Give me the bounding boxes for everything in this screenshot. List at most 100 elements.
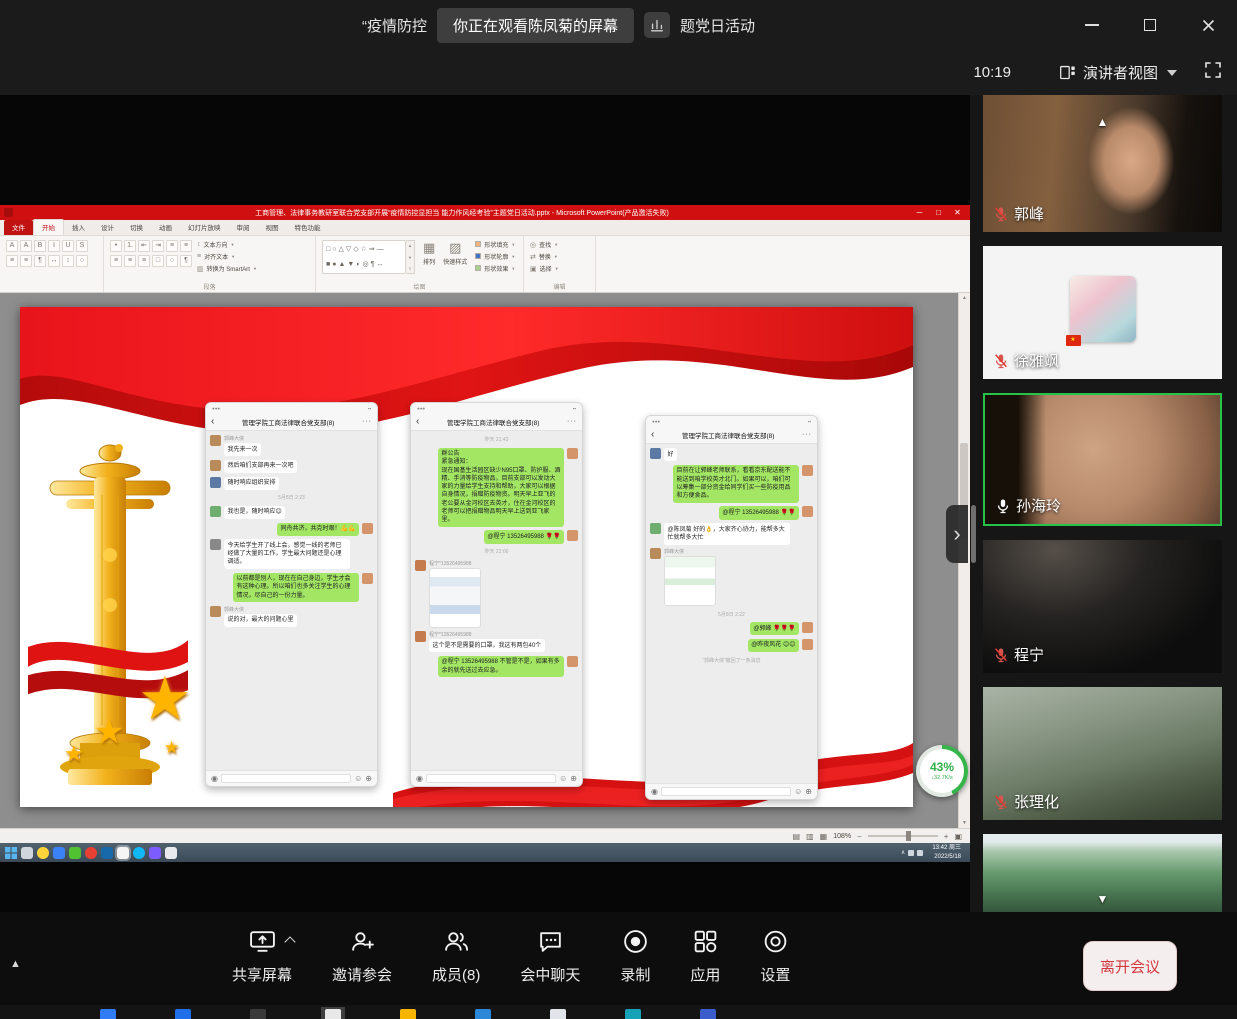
zoom-slider[interactable] xyxy=(868,835,938,837)
view-mode-switch[interactable]: 演讲者视图 xyxy=(1059,62,1177,83)
ribbon-icon-button[interactable]: ≡ xyxy=(138,255,150,267)
toolbar-invite-button[interactable]: 邀请参会 xyxy=(332,928,392,985)
ribbon-icon-button[interactable]: I xyxy=(48,240,60,252)
ribbon-icon-button[interactable]: 1. xyxy=(124,240,136,252)
ribbon-button[interactable]: 形状轮廓▼ xyxy=(475,252,515,261)
taskbar-app-icon[interactable] xyxy=(53,847,65,859)
fullscreen-button[interactable] xyxy=(1203,60,1223,85)
taskbar-app-icon[interactable] xyxy=(96,1007,120,1019)
ribbon-big-button[interactable]: ▨快速样式 xyxy=(440,240,470,267)
ppt-tab-6[interactable]: 幻灯片放映 xyxy=(180,220,229,235)
toolbar-members-button[interactable]: 成员(8) xyxy=(432,928,480,985)
ribbon-icon-button[interactable]: ≡ xyxy=(110,255,122,267)
hide-panel-button[interactable]: › xyxy=(946,505,968,563)
participant-tile-郭峰[interactable]: ▲郭峰 xyxy=(983,95,1222,232)
taskbar-app-icon[interactable] xyxy=(546,1007,570,1019)
ribbon-icon-button[interactable]: □ xyxy=(152,255,164,267)
ribbon-button[interactable]: ◎查找▼ xyxy=(530,240,559,249)
view-sorter-icon[interactable]: ▥ xyxy=(806,832,814,841)
zoom-in-button[interactable]: + xyxy=(944,832,949,841)
taskbar-app-icon[interactable] xyxy=(101,847,113,859)
ribbon-button[interactable]: ≡对齐文本▼ xyxy=(197,252,257,261)
toolbar-settings-button[interactable]: 设置 xyxy=(760,928,790,985)
ribbon-button[interactable]: ▥转换为 SmartArt▼ xyxy=(197,264,257,273)
ribbon-icon-button[interactable]: ≡ xyxy=(20,255,32,267)
taskbar-app-icon[interactable] xyxy=(246,1007,270,1019)
windows-start-icon[interactable] xyxy=(4,846,17,859)
minimize-button[interactable] xyxy=(1063,0,1121,50)
ppt-tab-3[interactable]: 设计 xyxy=(93,220,122,235)
ppt-tab-5[interactable]: 动画 xyxy=(151,220,180,235)
ribbon-icon-button[interactable]: ○ xyxy=(166,255,178,267)
ribbon-button[interactable]: ↕文本方向▼ xyxy=(197,240,257,249)
taskbar-app-icon[interactable] xyxy=(21,847,33,859)
fit-window-icon[interactable]: ▣ xyxy=(954,832,962,841)
taskbar-app-icon[interactable] xyxy=(37,847,49,859)
close-button[interactable] xyxy=(1179,0,1237,50)
participant-tile-徐雅飒[interactable]: ★徐雅飒 xyxy=(983,246,1222,379)
shared-screen-area[interactable]: 工商管理、法律事务教研室联合党支部开展“疫情防控显担当 能力作风经考验”主题党日… xyxy=(0,95,970,912)
toolbar-apps-button[interactable]: 应用 xyxy=(690,928,720,985)
ribbon-button[interactable]: 形状填充▼ xyxy=(475,240,515,249)
ribbon-icon-button[interactable]: ≡ xyxy=(180,240,192,252)
taskbar-app-icon[interactable] xyxy=(171,1007,195,1019)
network-stats-icon[interactable] xyxy=(644,12,670,38)
shapes-gallery-scroll[interactable]: ▲▼≡ xyxy=(406,240,415,274)
view-normal-icon[interactable]: ▤ xyxy=(793,832,801,841)
ribbon-icon-button[interactable]: ○ xyxy=(76,255,88,267)
network-speed-badge[interactable]: 43% ↓32.7K/s xyxy=(916,745,968,797)
toolbar-chat-button[interactable]: 会中聊天 xyxy=(520,928,580,985)
ribbon-button[interactable]: ▣选择▼ xyxy=(530,264,559,273)
ribbon-big-button[interactable]: ▦排列 xyxy=(420,240,438,267)
ribbon-button[interactable]: ⇄替换▼ xyxy=(530,252,559,261)
ribbon-icon-button[interactable]: ≡ xyxy=(6,255,18,267)
taskbar-app-icon[interactable] xyxy=(117,847,129,859)
zoom-out-button[interactable]: − xyxy=(857,832,862,841)
ribbon-icon-button[interactable]: ≡ xyxy=(124,255,136,267)
shapes-gallery[interactable]: □○△▽◇☆⇒—■●▲▼◐◎¶↔ ▲▼≡ xyxy=(322,240,415,274)
taskbar-app-icon[interactable] xyxy=(396,1007,420,1019)
ribbon-icon-button[interactable]: ↕ xyxy=(62,255,74,267)
maximize-button[interactable] xyxy=(1121,0,1179,50)
ppt-tab-9[interactable]: 特色功能 xyxy=(287,220,329,235)
ribbon-icon-button[interactable]: ⇤ xyxy=(138,240,150,252)
ppt-tab-0[interactable]: 文件 xyxy=(4,220,33,235)
taskbar-app-icon[interactable] xyxy=(621,1007,645,1019)
scroll-down-icon[interactable]: ▼ xyxy=(983,892,1222,906)
ppt-tab-8[interactable]: 视图 xyxy=(258,220,287,235)
ppt-tab-7[interactable]: 审阅 xyxy=(229,220,258,235)
toolbar-record-button[interactable]: 录制 xyxy=(620,928,650,985)
tray-icon[interactable] xyxy=(908,850,914,856)
taskbar-app-icon[interactable] xyxy=(321,1007,345,1019)
ribbon-icon-button[interactable]: ¶ xyxy=(180,255,192,267)
participant-tile-partial[interactable]: ▼ xyxy=(983,834,1222,912)
panel-scrollbar[interactable] xyxy=(971,505,976,563)
zoom-slider-knob[interactable] xyxy=(906,831,911,841)
view-slideshow-icon[interactable]: ▦ xyxy=(820,832,828,841)
taskbar-app-icon[interactable] xyxy=(133,847,145,859)
ppt-tab-4[interactable]: 切换 xyxy=(122,220,151,235)
ribbon-button[interactable]: 形状效果▼ xyxy=(475,264,515,273)
leave-meeting-button[interactable]: 离开会议 xyxy=(1083,941,1177,991)
expand-toolbar-icon[interactable]: ▲ xyxy=(10,958,21,970)
ppt-tab-1[interactable]: 开始 xyxy=(33,219,64,235)
taskbar-app-icon[interactable] xyxy=(69,847,81,859)
tray-icon[interactable] xyxy=(917,850,923,856)
ribbon-icon-button[interactable]: U xyxy=(62,240,74,252)
ribbon-icon-button[interactable]: ↔ xyxy=(48,255,60,267)
ribbon-icon-button[interactable]: ¶ xyxy=(34,255,46,267)
taskbar-app-icon[interactable] xyxy=(165,847,177,859)
taskbar-app-icon[interactable] xyxy=(696,1007,720,1019)
taskbar-app-icon[interactable] xyxy=(85,847,97,859)
taskbar-app-icon[interactable] xyxy=(149,847,161,859)
ribbon-icon-button[interactable]: B xyxy=(34,240,46,252)
scroll-up-icon[interactable]: ▲ xyxy=(983,115,1222,129)
ribbon-icon-button[interactable]: • xyxy=(110,240,122,252)
participant-tile-张理化[interactable]: 张理化 xyxy=(983,687,1222,820)
ribbon-icon-button[interactable]: S xyxy=(76,240,88,252)
system-tray[interactable]: ∧ xyxy=(901,849,923,856)
ribbon-icon-button[interactable]: A xyxy=(6,240,18,252)
ribbon-icon-button[interactable]: ⇥ xyxy=(152,240,164,252)
participant-tile-孙海玲[interactable]: 孙海玲 xyxy=(983,393,1222,526)
ribbon-icon-button[interactable]: ≡ xyxy=(166,240,178,252)
